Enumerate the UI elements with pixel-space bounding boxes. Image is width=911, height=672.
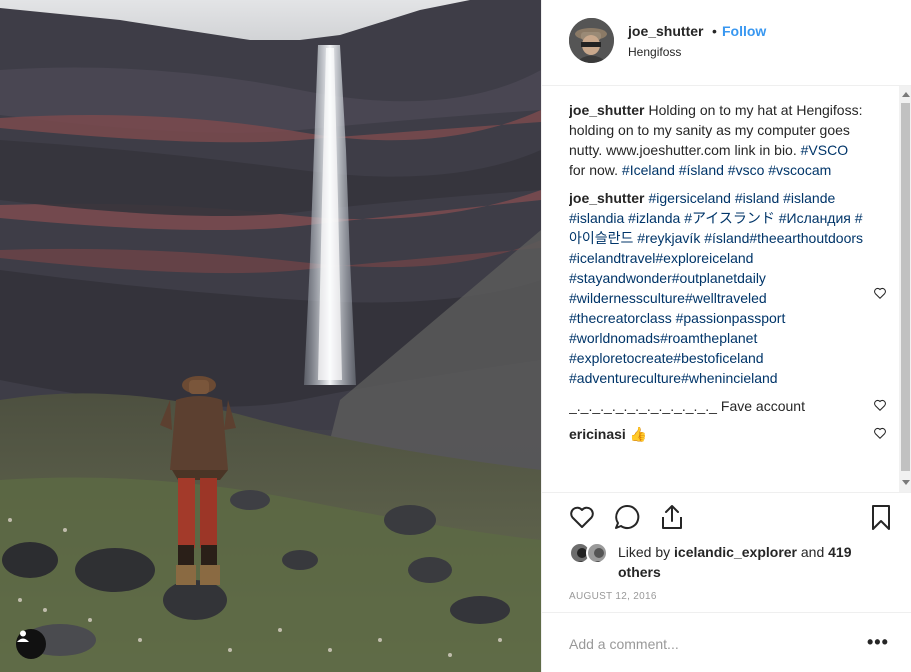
hashtag[interactable]: #igersiceland xyxy=(648,190,731,206)
follow-button[interactable]: Follow xyxy=(722,23,766,39)
hashtag[interactable]: #island xyxy=(735,190,779,206)
comment-author[interactable]: _._._._._._._._._._._._._ xyxy=(569,398,717,414)
hashtag-list: #igersiceland #island #islande #islandia… xyxy=(569,190,863,386)
comment-author[interactable]: joe_shutter xyxy=(569,102,644,118)
caption-comment: joe_shutter Holding on to my hat at Hengi… xyxy=(569,100,887,180)
hashtag[interactable]: #roamtheplanet xyxy=(660,330,757,346)
hashtag[interactable]: #whenincieland xyxy=(681,370,778,386)
hashtag[interactable]: #icelandtravel xyxy=(569,250,655,266)
hashtag[interactable]: #wildernessculture xyxy=(569,290,685,306)
comment-like-icon[interactable] xyxy=(873,286,887,300)
hashtag[interactable]: #passionpassport xyxy=(676,310,786,326)
post-photo[interactable] xyxy=(0,0,541,672)
user-tag-icon xyxy=(17,630,29,642)
share-icon[interactable] xyxy=(658,503,686,531)
hashtag[interactable]: #welltraveled xyxy=(685,290,767,306)
add-comment-input[interactable] xyxy=(569,633,849,655)
hashtag[interactable]: #adventureculture xyxy=(569,370,681,386)
hashtag[interactable]: #Iceland xyxy=(622,162,675,178)
likes-prefix: Liked by xyxy=(618,544,671,560)
comment-text: 👍 xyxy=(629,426,648,442)
hashtag[interactable]: #bestoficeland xyxy=(673,350,763,366)
hashtag[interactable]: #ísland xyxy=(704,230,749,246)
post-side-panel: joe_shutter • Follow Hengifoss joe_shutt… xyxy=(541,0,911,672)
likes-connector: and xyxy=(800,544,825,560)
post-actions-bar xyxy=(542,492,911,542)
comment: _._._._._._._._._._._._._ Fave account xyxy=(569,396,887,416)
comment-text: Fave account xyxy=(720,398,805,414)
hashtag[interactable]: #islandia xyxy=(569,210,624,226)
user-tag-button[interactable] xyxy=(16,629,46,659)
hashtag[interactable]: #exploreiceland xyxy=(655,250,753,266)
more-options-button[interactable]: ••• xyxy=(867,633,889,651)
scrollbar-thumb[interactable] xyxy=(901,103,910,471)
hashtag[interactable]: #アイスランド xyxy=(684,210,775,226)
add-comment-section: ••• xyxy=(542,612,911,672)
hashtag[interactable]: #exploretocreate xyxy=(569,350,673,366)
hashtag[interactable]: #worldnomads xyxy=(569,330,660,346)
comment: ericinasi 👍 xyxy=(569,424,887,444)
comments-scrollbar[interactable] xyxy=(899,86,911,492)
hashtag[interactable]: #izlanda xyxy=(628,210,680,226)
hashtag[interactable]: #outplanetdaily xyxy=(672,270,766,286)
hashtag[interactable]: #reykjavík xyxy=(637,230,700,246)
hashtag[interactable]: #theearthoutdoors xyxy=(749,230,863,246)
post-photo-scene xyxy=(0,0,541,672)
post-header: joe_shutter • Follow Hengifoss xyxy=(542,0,911,86)
liker-avatars xyxy=(569,542,613,566)
hashtag[interactable]: #Исландия xyxy=(779,210,851,226)
hashtag[interactable]: #vsco xyxy=(728,162,765,178)
liker-username[interactable]: icelandic_explorer xyxy=(674,544,797,560)
comments-list[interactable]: joe_shutter Holding on to my hat at Hengi… xyxy=(569,100,887,492)
scroll-up-arrow-icon[interactable] xyxy=(902,92,910,97)
hashtag[interactable]: #ísland xyxy=(679,162,724,178)
hashtag[interactable]: #thecreatorclass xyxy=(569,310,672,326)
comment-like-icon[interactable] xyxy=(873,426,887,440)
hashtag[interactable]: #islande xyxy=(783,190,835,206)
hashtag[interactable]: #VSCO xyxy=(801,142,848,158)
hashtag-comment: joe_shutter #igersiceland #island #island… xyxy=(569,188,887,388)
like-heart-icon[interactable] xyxy=(568,503,596,531)
avatar[interactable] xyxy=(569,18,614,63)
hashtag[interactable]: #stayandwonder xyxy=(569,270,672,286)
post-date[interactable]: AUGUST 12, 2016 xyxy=(569,591,657,602)
liker-avatar[interactable] xyxy=(586,542,608,564)
header-separator: • xyxy=(712,23,717,39)
scroll-down-arrow-icon[interactable] xyxy=(902,480,910,485)
comment-bubble-icon[interactable] xyxy=(613,503,641,531)
bookmark-icon[interactable] xyxy=(867,503,895,531)
post-author-username[interactable]: joe_shutter xyxy=(628,23,703,39)
avatar-image xyxy=(569,18,614,63)
comment-like-icon[interactable] xyxy=(873,398,887,412)
comment-text: for now. xyxy=(569,162,622,178)
comment-author[interactable]: joe_shutter xyxy=(569,190,644,206)
comment-author[interactable]: ericinasi xyxy=(569,426,626,442)
post-location[interactable]: Hengifoss xyxy=(628,45,681,59)
likes-text: Liked by icelandic_explorer and 419 othe… xyxy=(618,542,888,582)
hashtag[interactable]: #vscocam xyxy=(768,162,831,178)
